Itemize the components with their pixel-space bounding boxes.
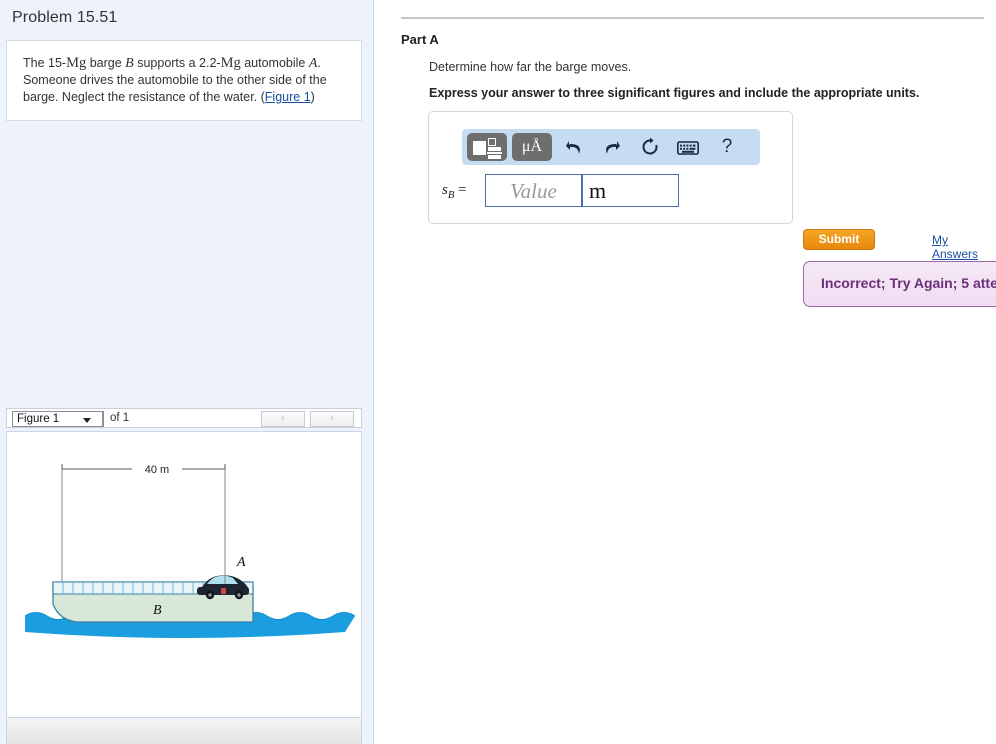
figure-panel: Figure 1 of 1 ‹ › 40 m A B: [6, 408, 362, 718]
variable-b: B: [125, 56, 134, 71]
template-big-square: [473, 141, 486, 155]
reset-icon[interactable]: [635, 133, 665, 161]
value-input[interactable]: Value: [485, 174, 582, 207]
math-toolbar: μÅ ?: [462, 129, 760, 165]
my-answers-link[interactable]: My Answers: [932, 233, 996, 261]
label-b: B: [153, 603, 162, 618]
units-icon-label: μÅ: [521, 138, 543, 155]
redo-icon[interactable]: [597, 133, 627, 161]
units-icon[interactable]: μÅ: [512, 133, 552, 161]
feedback-box: Incorrect; Try Again; 5 attempts remaini…: [803, 261, 996, 307]
template-fraction-numerator: [488, 147, 501, 151]
figure-select-value: Figure 1: [17, 413, 60, 425]
problem-sidebar: Problem 15.51 The 15-Mg barge B supports…: [0, 0, 374, 744]
problem-statement-box: The 15-Mg barge B supports a 2.2-Mg auto…: [6, 40, 362, 121]
page-title: Problem 15.51: [12, 9, 118, 26]
figure-next-button[interactable]: ›: [310, 411, 354, 427]
answer-widget: μÅ ? sB = Value m: [428, 111, 793, 224]
label-a: A: [236, 555, 246, 570]
template-fraction-denominator: [488, 154, 501, 159]
statement-part-1: The 15-: [23, 56, 67, 70]
chevron-down-icon: [83, 418, 91, 423]
math-template-icon[interactable]: [467, 133, 507, 161]
help-icon[interactable]: ?: [712, 133, 742, 161]
statement-part-3: supports a 2.2-: [133, 56, 221, 70]
figure-1-link[interactable]: Figure 1: [265, 90, 311, 104]
figure-select-dropdown[interactable]: Figure 1: [12, 411, 104, 427]
equals-sign: =: [458, 182, 467, 198]
main-content: Part A Determine how far the barge moves…: [375, 0, 996, 744]
template-superscript-square: [488, 138, 496, 146]
figure-canvas: 40 m A B: [6, 431, 362, 718]
instruction-text: Express your answer to three significant…: [429, 86, 920, 100]
content-divider: [401, 17, 984, 19]
units-value: m: [589, 178, 607, 203]
feedback-message: Incorrect; Try Again; 5 attempts remaini…: [821, 275, 996, 291]
barge-diagram: 40 m A B: [24, 464, 356, 638]
unit-mg-1: Mg: [66, 55, 87, 71]
question-text: Determine how far the barge moves.: [429, 60, 632, 74]
figure-prev-button[interactable]: ‹: [261, 411, 305, 427]
statement-part-2: barge: [86, 56, 126, 70]
problem-statement-text: The 15-Mg barge B supports a 2.2-Mg auto…: [23, 55, 345, 106]
select-separator: [102, 412, 103, 426]
figure-toolbar: Figure 1 of 1 ‹ ›: [6, 408, 362, 428]
dimension-label: 40 m: [145, 464, 169, 476]
part-title: Part A: [401, 32, 439, 47]
statement-part-4: automobile: [240, 56, 309, 70]
unit-mg-2: Mg: [220, 55, 241, 71]
statement-part-6: ): [310, 90, 315, 104]
sidebar-bottom-strip: [6, 719, 362, 744]
template-fraction-bar: [487, 152, 502, 154]
figure-count-label: of 1: [110, 412, 130, 424]
variable-label: sB =: [442, 182, 466, 201]
value-placeholder: Value: [510, 179, 557, 203]
variable-subscript: B: [447, 190, 455, 201]
dimension-40m: [61, 464, 226, 584]
undo-icon[interactable]: [559, 133, 589, 161]
units-input[interactable]: m: [582, 174, 679, 207]
keyboard-icon[interactable]: [673, 133, 703, 161]
submit-button[interactable]: Submit: [803, 229, 875, 250]
